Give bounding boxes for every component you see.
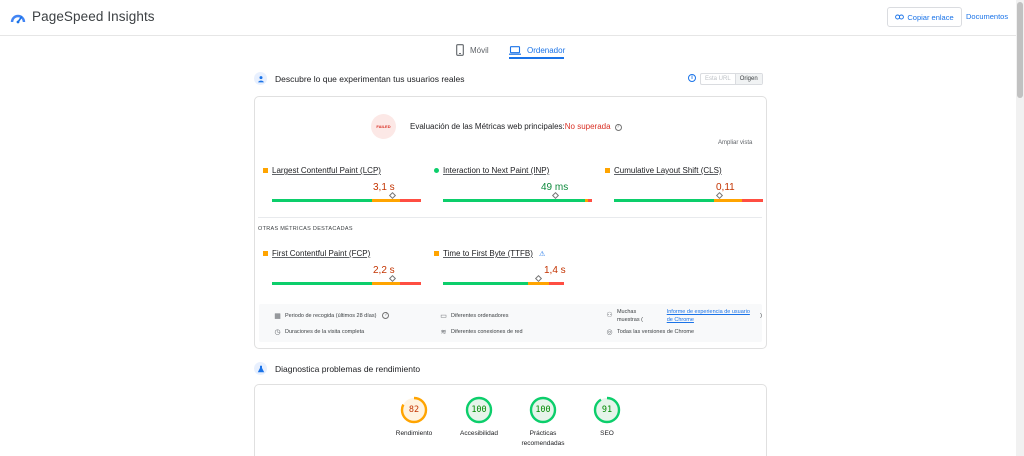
bar-segment-average	[371, 199, 401, 202]
metric-lcp-label[interactable]: Largest Contentful Paint (LCP)	[263, 166, 381, 175]
scrollbar-thumb[interactable]	[1017, 2, 1023, 98]
metric-fcp-bar	[272, 282, 421, 285]
info-chrome: ◎ Todas las versiones de Chrome	[606, 328, 695, 336]
score-gauge-seo[interactable]: 91	[593, 396, 621, 424]
cwv-failed-badge-icon: FAILED	[371, 114, 396, 139]
field-data-title: Descubre lo que experimentan tus usuario…	[275, 73, 465, 84]
info-samples: ⚇ Muchas muestras ( Informe de experienc…	[606, 308, 762, 324]
info-icon[interactable]: i	[688, 74, 696, 82]
cwv-status: No superada	[564, 122, 611, 131]
lab-data-title: Diagnostica problemas de rendimiento	[275, 363, 421, 374]
tab-active-indicator	[509, 57, 564, 59]
average-square-icon	[263, 251, 268, 256]
tab-mobile-label: Móvil	[470, 45, 489, 55]
users-icon	[254, 72, 267, 85]
pagespeed-logo-icon	[10, 14, 26, 23]
crux-link[interactable]: Informe de experiencia de usuario de Chr…	[667, 308, 756, 324]
metric-lcp-bar	[272, 199, 421, 202]
metric-cls-name: Cumulative Layout Shift (CLS)	[614, 166, 722, 175]
tab-mobile[interactable]: Móvil	[456, 40, 489, 60]
devices-icon: ▭	[440, 312, 447, 320]
lab-flask-icon	[254, 362, 267, 375]
metric-cls-bar	[614, 199, 763, 202]
wifi-icon: ≋	[440, 328, 447, 336]
other-metrics-title: OTRAS MÉTRICAS DESTACADAS	[258, 226, 353, 232]
bar-segment-poor	[587, 199, 592, 202]
score-seo-label: SEO	[600, 430, 614, 437]
score-gauge-performance[interactable]: 82	[400, 396, 428, 424]
url-origin-toggle[interactable]: Esta URL Origen	[700, 73, 763, 85]
scrollbar[interactable]	[1016, 0, 1024, 456]
bar-segment-poor	[400, 282, 421, 285]
lab-data-header: Diagnostica problemas de rendimiento	[254, 362, 420, 375]
bar-segment-average	[527, 282, 550, 285]
bar-segment-good	[272, 282, 372, 285]
experimental-flask-icon[interactable]: ⚠	[539, 250, 545, 258]
bar-segment-average	[713, 199, 743, 202]
metric-ttfb-name: Time to First Byte (TTFB)	[443, 249, 533, 258]
metric-lcp-name: Largest Contentful Paint (LCP)	[272, 166, 381, 175]
score-accessibility-value: 100	[471, 405, 487, 415]
bar-segment-poor	[742, 199, 763, 202]
bar-segment-poor	[400, 199, 421, 202]
score-gauge-best-practices[interactable]: 100	[529, 396, 557, 424]
section-divider	[258, 217, 762, 218]
chrome-icon: ◎	[606, 328, 613, 336]
laptop-icon	[509, 45, 521, 55]
score-performance-value: 82	[408, 405, 420, 415]
bar-segment-poor	[549, 282, 564, 285]
metric-inp-name: Interaction to Next Paint (INP)	[443, 166, 550, 175]
info-network: ≋ Diferentes conexiones de red	[440, 328, 523, 336]
expand-view-link[interactable]: Ampliar vista	[718, 140, 752, 146]
score-accessibility-label: Accesibilidad	[460, 430, 498, 437]
people-icon: ⚇	[606, 311, 613, 319]
lab-data-card	[254, 384, 767, 456]
field-data-header: Descubre lo que experimentan tus usuario…	[254, 72, 464, 85]
good-circle-icon	[434, 168, 439, 173]
info-visits: ◷ Duraciones de la visita completa	[274, 328, 365, 336]
bar-segment-good	[614, 199, 714, 202]
tab-desktop-label: Ordenador	[527, 45, 566, 55]
metric-inp-bar	[443, 199, 592, 202]
score-gauge-accessibility[interactable]: 100	[465, 396, 493, 424]
help-icon[interactable]: ?	[382, 312, 390, 319]
toggle-this-url[interactable]: Esta URL	[701, 74, 735, 84]
metric-fcp-name: First Contentful Paint (FCP)	[272, 249, 371, 258]
info-period: ▦ Periodo de recogida (últimos 28 días) …	[274, 312, 390, 320]
toggle-origin[interactable]: Origen	[734, 74, 762, 84]
metric-inp-label[interactable]: Interaction to Next Paint (INP)	[434, 166, 549, 175]
bar-segment-good	[272, 199, 372, 202]
score-best-practices-value: 100	[535, 405, 551, 415]
timer-icon: ◷	[274, 328, 281, 336]
score-performance-label: Rendimiento	[395, 430, 433, 437]
copy-link-label: Copiar enlace	[907, 12, 954, 22]
help-icon[interactable]: ?	[614, 124, 622, 131]
cwv-assessment: Evaluación de las Métricas web principal…	[410, 122, 622, 131]
logo[interactable]: PageSpeed Insights	[10, 9, 155, 24]
app-title: PageSpeed Insights	[32, 9, 155, 24]
docs-link[interactable]: Documentos	[966, 12, 1008, 21]
score-best-practices-label: Prácticas recomendadas	[521, 430, 565, 447]
metric-fcp-label[interactable]: First Contentful Paint (FCP)	[263, 249, 370, 258]
average-square-icon	[434, 251, 439, 256]
bar-segment-average	[371, 282, 401, 285]
average-square-icon	[605, 168, 610, 173]
smartphone-icon	[456, 44, 464, 56]
average-square-icon	[263, 168, 268, 173]
copy-link-button[interactable]: Copiar enlace	[887, 7, 962, 27]
metric-cls-label[interactable]: Cumulative Layout Shift (CLS)	[605, 166, 722, 175]
cwv-label: Evaluación de las Métricas web principal…	[410, 122, 565, 131]
score-seo-value: 91	[601, 405, 613, 415]
calendar-icon: ▦	[274, 312, 281, 320]
top-header: PageSpeed Insights Copiar enlace Documen…	[0, 0, 1024, 36]
info-devices: ▭ Diferentes ordenadores	[440, 312, 509, 320]
metric-ttfb-label[interactable]: Time to First Byte (TTFB) ⚠	[434, 249, 545, 258]
bar-segment-good	[443, 282, 528, 285]
bar-segment-good	[443, 199, 585, 202]
metric-ttfb-bar	[443, 282, 564, 285]
link-icon	[895, 14, 905, 20]
metric-ttfb-value: 1,4 s	[544, 265, 566, 276]
